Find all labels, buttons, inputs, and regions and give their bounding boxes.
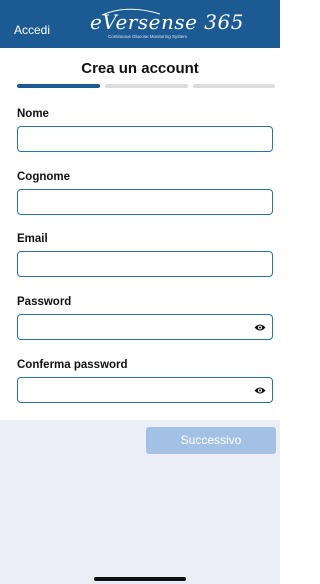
password-label: Password — [17, 296, 72, 308]
progress-step-1 — [17, 84, 100, 88]
first-name-label: Nome — [17, 108, 49, 120]
eye-icon[interactable] — [254, 323, 266, 332]
eversense-logo: eVersense 365 Continuous Glucose Monitor… — [88, 6, 243, 44]
page-title: Crea un account — [81, 60, 199, 77]
last-name-field[interactable] — [17, 189, 273, 215]
progress-step-3 — [193, 84, 275, 88]
progress-step-2 — [105, 84, 188, 88]
email-label: Email — [17, 233, 48, 245]
eye-icon[interactable] — [254, 386, 266, 395]
confirm-password-field[interactable] — [17, 377, 273, 403]
password-field[interactable] — [17, 314, 273, 340]
login-link[interactable]: Accedi — [14, 23, 50, 37]
email-field[interactable] — [17, 251, 273, 277]
step-progress — [17, 84, 275, 88]
logo-tagline: Continuous Glucose Monitoring System — [108, 34, 188, 39]
first-name-field[interactable] — [17, 126, 273, 152]
logo-wordmark: eVersense 365 — [90, 10, 244, 34]
app-header: Accedi eVersense 365 Continuous Glucose … — [0, 0, 280, 48]
next-button[interactable]: Successivo — [146, 427, 276, 454]
home-indicator — [94, 577, 186, 581]
last-name-label: Cognome — [17, 171, 71, 183]
confirm-password-label: Conferma password — [17, 359, 128, 371]
